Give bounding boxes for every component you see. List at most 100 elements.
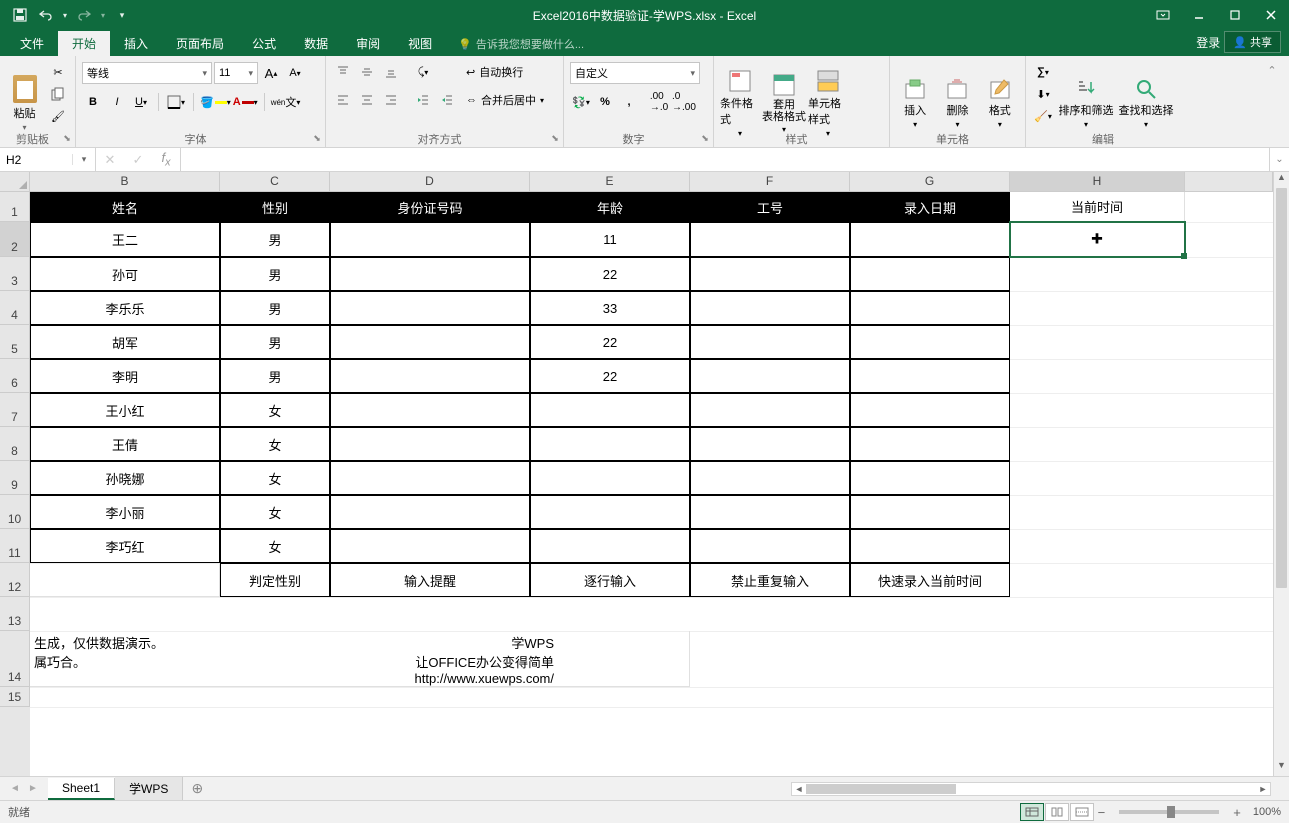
- cell-D9[interactable]: [330, 461, 530, 495]
- col-header-G[interactable]: G: [850, 172, 1010, 192]
- cell-E7[interactable]: [530, 393, 690, 427]
- scroll-down-button[interactable]: ▼: [1274, 760, 1289, 776]
- cell-G11[interactable]: [850, 529, 1010, 563]
- col-header-C[interactable]: C: [220, 172, 330, 192]
- row-header-14[interactable]: 14: [0, 631, 30, 687]
- share-button[interactable]: 👤 共享: [1224, 31, 1281, 53]
- cell-F5[interactable]: [690, 325, 850, 359]
- cell-B1[interactable]: 姓名: [30, 192, 220, 222]
- cell-C7[interactable]: 女: [220, 393, 330, 427]
- cell-G6[interactable]: [850, 359, 1010, 393]
- cell-C4[interactable]: 男: [220, 291, 330, 325]
- row-header-10[interactable]: 10: [0, 495, 30, 529]
- cell-D11[interactable]: [330, 529, 530, 563]
- cell-D12[interactable]: 输入提醒: [330, 563, 530, 597]
- vscroll-thumb[interactable]: [1276, 188, 1287, 588]
- cell-F7[interactable]: [690, 393, 850, 427]
- cell-F8[interactable]: [690, 427, 850, 461]
- align-launcher[interactable]: ⬊: [549, 133, 561, 145]
- cell-G7[interactable]: [850, 393, 1010, 427]
- align-left-button[interactable]: [332, 90, 354, 110]
- name-box-dropdown[interactable]: ▾: [72, 154, 95, 165]
- cell-F3[interactable]: [690, 257, 850, 291]
- cell-D2[interactable]: [330, 222, 530, 257]
- col-header-E[interactable]: E: [530, 172, 690, 192]
- tab-data[interactable]: 数据: [290, 31, 342, 56]
- formula-expand-button[interactable]: ⌄: [1269, 148, 1289, 171]
- cell-G2[interactable]: [850, 222, 1010, 257]
- scroll-right-button[interactable]: ►: [1256, 783, 1270, 795]
- cell-B9[interactable]: 孙晓娜: [30, 461, 220, 495]
- tab-review[interactable]: 审阅: [342, 31, 394, 56]
- cell-E6[interactable]: 22: [530, 359, 690, 393]
- cell-H1[interactable]: 当前时间: [1010, 192, 1185, 222]
- cell-E3[interactable]: 22: [530, 257, 690, 291]
- tab-layout[interactable]: 页面布局: [162, 31, 238, 56]
- cell-C9[interactable]: 女: [220, 461, 330, 495]
- name-box-input[interactable]: [0, 153, 72, 167]
- cell-B7[interactable]: 王小红: [30, 393, 220, 427]
- cell-B2[interactable]: 王二: [30, 222, 220, 257]
- decrease-indent-button[interactable]: [412, 90, 434, 110]
- scroll-up-button[interactable]: ▲: [1274, 172, 1289, 188]
- cell-C10[interactable]: 女: [220, 495, 330, 529]
- cell-D6[interactable]: [330, 359, 530, 393]
- col-header-F[interactable]: F: [690, 172, 850, 192]
- sheet-tab-1[interactable]: 学WPS: [115, 777, 183, 800]
- clipboard-launcher[interactable]: ⬊: [61, 133, 73, 145]
- row-header-15[interactable]: 15: [0, 687, 30, 707]
- align-right-button[interactable]: [380, 90, 402, 110]
- col-header-B[interactable]: B: [30, 172, 220, 192]
- align-center-button[interactable]: [356, 90, 378, 110]
- row-header-3[interactable]: 3: [0, 257, 30, 291]
- cell-E11[interactable]: [530, 529, 690, 563]
- copy-button[interactable]: [47, 84, 69, 104]
- select-all-corner[interactable]: [0, 172, 30, 192]
- autosum-button[interactable]: ∑ ▾: [1032, 62, 1054, 82]
- cell-E2[interactable]: 11: [530, 222, 690, 257]
- row-header-8[interactable]: 8: [0, 427, 30, 461]
- cell-G5[interactable]: [850, 325, 1010, 359]
- cell-C3[interactable]: 男: [220, 257, 330, 291]
- col-header-D[interactable]: D: [330, 172, 530, 192]
- fill-button[interactable]: ⬇ ▾: [1032, 84, 1054, 104]
- border-button[interactable]: ▾: [165, 92, 187, 112]
- cell-G8[interactable]: [850, 427, 1010, 461]
- maximize-icon[interactable]: [1217, 0, 1253, 30]
- cell-G9[interactable]: [850, 461, 1010, 495]
- cell-B6[interactable]: 李明: [30, 359, 220, 393]
- undo-icon[interactable]: [34, 3, 58, 27]
- collapse-ribbon-button[interactable]: ⌃: [1261, 60, 1283, 80]
- increase-indent-button[interactable]: [436, 90, 458, 110]
- cell-C1[interactable]: 性别: [220, 192, 330, 222]
- footnote-cell[interactable]: 生成，仅供数据演示。学WPS属巧合。让OFFICE办公变得简单http://ww…: [30, 631, 690, 687]
- cell-C11[interactable]: 女: [220, 529, 330, 563]
- cell-C6[interactable]: 男: [220, 359, 330, 393]
- cell-D7[interactable]: [330, 393, 530, 427]
- bold-button[interactable]: B: [82, 92, 104, 112]
- zoom-thumb[interactable]: [1167, 806, 1175, 818]
- cell-E12[interactable]: 逐行输入: [530, 563, 690, 597]
- cell-D3[interactable]: [330, 257, 530, 291]
- row-header-2[interactable]: 2: [0, 222, 30, 257]
- fill-color-button[interactable]: 🪣 ▾: [200, 92, 231, 112]
- cell-G10[interactable]: [850, 495, 1010, 529]
- cell-F10[interactable]: [690, 495, 850, 529]
- cell-F4[interactable]: [690, 291, 850, 325]
- tab-formula[interactable]: 公式: [238, 31, 290, 56]
- number-format-combo[interactable]: 自定义: [570, 62, 700, 84]
- fill-handle[interactable]: [1181, 253, 1187, 259]
- cell-F6[interactable]: [690, 359, 850, 393]
- wrap-text-button[interactable]: ↩自动换行: [466, 62, 566, 82]
- cell-H2[interactable]: ✚: [1010, 222, 1185, 257]
- clear-button[interactable]: 🧹 ▾: [1032, 106, 1054, 126]
- cell-F9[interactable]: [690, 461, 850, 495]
- sheet-tab-0[interactable]: Sheet1: [48, 778, 115, 800]
- zoom-in-button[interactable]: +: [1229, 805, 1245, 820]
- number-launcher[interactable]: ⬊: [699, 133, 711, 145]
- horizontal-scrollbar[interactable]: ◄ ►: [791, 782, 1271, 796]
- cell-E8[interactable]: [530, 427, 690, 461]
- cut-button[interactable]: ✂: [47, 62, 69, 82]
- minimize-icon[interactable]: [1181, 0, 1217, 30]
- enter-formula-button[interactable]: ✓: [124, 152, 152, 168]
